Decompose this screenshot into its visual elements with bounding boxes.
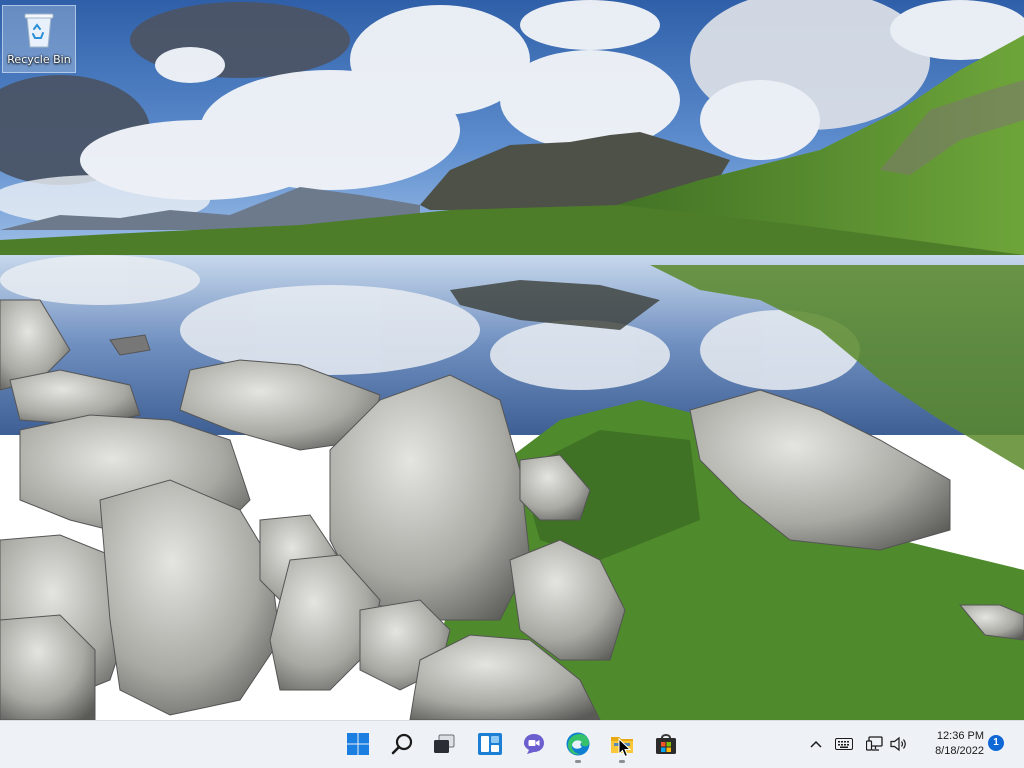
network-button[interactable] [864,733,886,755]
start-button[interactable] [340,726,376,762]
widgets-icon [478,733,502,755]
keyboard-icon [835,738,853,750]
edge-icon [566,732,590,756]
task-view-icon [434,734,455,753]
show-hidden-icons-button[interactable] [806,733,826,755]
chat-button[interactable] [516,726,552,762]
notification-badge[interactable]: 1 [988,735,1004,751]
taskbar: 12:36 PM 8/18/2022 [0,720,1024,768]
edge-running-indicator [575,760,581,763]
keyboard-input-button[interactable] [832,733,856,755]
store-icon [656,734,676,754]
widgets-button[interactable] [472,726,508,762]
volume-icon [890,736,906,752]
wallpaper-landscape [0,0,1024,720]
search-button[interactable] [384,726,420,762]
mouse-cursor-icon [618,738,632,758]
clock-date: 8/18/2022 [935,745,984,757]
volume-button[interactable] [888,733,910,755]
clock-time: 12:36 PM [936,730,984,742]
recycle-bin-label: Recycle Bin [7,53,71,66]
edge-button[interactable] [560,726,596,763]
desktop: Recycle Bin [0,0,1024,720]
search-icon [391,733,413,755]
chat-icon [524,734,544,754]
recycle-bin-icon [24,13,54,48]
clock-button[interactable]: 12:36 PM 8/18/2022 [914,729,984,759]
windows-start-icon [347,733,369,755]
file-explorer-running-indicator [619,760,625,763]
network-icon [866,736,883,751]
recycle-bin-desktop-icon[interactable]: Recycle Bin [2,5,76,73]
task-view-button[interactable] [426,726,462,762]
chevron-up-icon [810,740,822,748]
store-button[interactable] [648,726,684,762]
